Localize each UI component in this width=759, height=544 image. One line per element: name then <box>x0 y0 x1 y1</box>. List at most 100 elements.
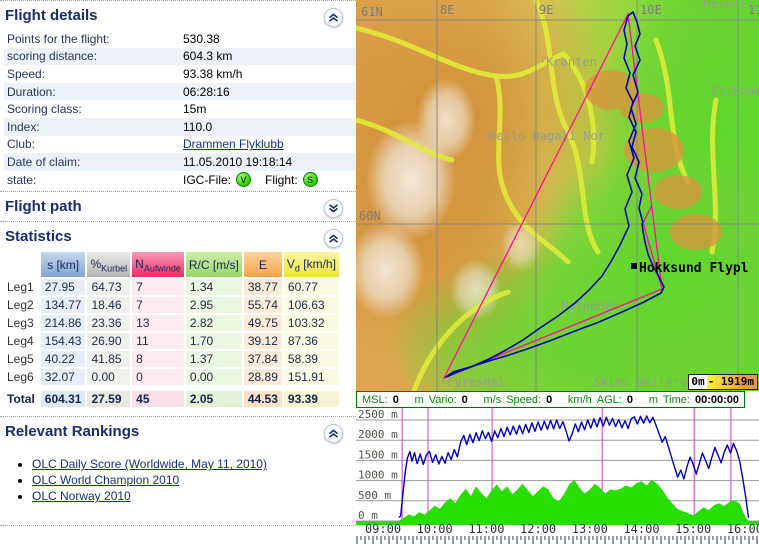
statusbar-field: mTime:00:00:00 <box>649 394 739 406</box>
stats-cell: 106.63 <box>284 297 339 313</box>
stats-cell: 1.37 <box>186 351 242 367</box>
flight-details-rows: Points for the flight:530.38scoring dist… <box>4 30 356 188</box>
detail-label: Scoring class: <box>7 102 183 116</box>
stats-row-label: Leg6 <box>5 369 39 385</box>
stats-cell: 2.82 <box>186 315 242 331</box>
detail-label: Speed: <box>7 67 183 81</box>
statusbar-field: mVario:0 <box>415 394 468 406</box>
stats-cell: 0.00 <box>87 369 130 385</box>
stats-corner-cell <box>5 252 39 277</box>
baro-x-tick-label: 14:00 <box>623 522 659 536</box>
statusbar-field: MSL:0 <box>362 394 399 406</box>
baro-x-tick-label: 15:00 <box>675 522 711 536</box>
stats-cell: 604.31 <box>41 391 86 407</box>
stats-cell: 7 <box>132 297 184 313</box>
statistics-section: Statistics s [km]%KurbelNAufwindeR/C [m/… <box>0 221 356 416</box>
detail-row: Speed:93.38 km/h <box>4 65 356 83</box>
detail-value: 110.0 <box>183 120 212 134</box>
stats-cell: 39.12 <box>244 333 282 349</box>
right-panel: 61N8E9E10E1160N·Mesnali·Kranten·Geilo Da… <box>356 0 759 544</box>
map-place-label: ·Mesnali <box>696 0 754 11</box>
detail-row: Duration:06:28:16 <box>4 83 356 101</box>
statusbar-label: Speed: <box>506 394 541 406</box>
baro-y-tick-label: 0 m <box>358 509 378 522</box>
flight-details-section: Flight details Points for the flight:530… <box>0 0 356 191</box>
detail-label: Duration: <box>7 85 183 99</box>
club-link[interactable]: Drammen Flyklubb <box>183 137 284 151</box>
detail-label: Club: <box>7 137 183 151</box>
baro-y-tick-label: 2000 m <box>358 428 398 441</box>
map-coordinate-label: 60N <box>359 209 381 223</box>
map-view[interactable]: 61N8E9E10E1160N·Mesnali·Kranten·Geilo Da… <box>356 0 759 391</box>
olc-flight-info-page: Flight details Points for the flight:530… <box>0 0 759 544</box>
detail-row: Date of claim:11.05.2010 19:18:14 <box>4 153 356 171</box>
stats-cell: 154.43 <box>41 333 86 349</box>
stats-cell: 18.46 <box>87 297 130 313</box>
statusbar-value: 0 <box>462 394 468 406</box>
stats-column-header: %Kurbel <box>87 252 130 277</box>
detail-label: state: <box>7 173 183 187</box>
statusbar-label: Vario: <box>429 394 457 406</box>
baro-x-tick-label: 11:00 <box>468 522 504 536</box>
stats-cell: 7 <box>132 279 184 295</box>
detail-label: scoring distance: <box>7 49 183 63</box>
statusbar-label: m/s <box>483 394 501 406</box>
ranking-link[interactable]: OLC Daily Score (Worldwide, May 11, 2010… <box>32 457 267 471</box>
baro-x-tick-label: 16:00 <box>727 522 759 536</box>
statusbar-label: MSL: <box>362 394 388 406</box>
flight-state-label: Flight: <box>265 173 298 187</box>
stats-column-header: R/C [m/s] <box>186 252 242 277</box>
statusbar-field: km/hAGL:0 <box>568 394 633 406</box>
scale-max-label: - 1919m <box>707 375 757 389</box>
detail-label: Points for the flight: <box>7 32 183 46</box>
barogram-chart[interactable]: 0 m500 m1000 m1500 m2000 m2500 m09:0010:… <box>356 408 759 544</box>
map-coordinate-label: 61N <box>361 5 383 19</box>
baro-x-tick-label: 12:00 <box>520 522 556 536</box>
stats-cell: 28.89 <box>244 369 282 385</box>
baro-y-tick-label: 2500 m <box>358 408 398 421</box>
ranking-list-item: OLC Daily Score (Worldwide, May 11, 2010… <box>32 457 356 471</box>
map-coordinate-label: 10E <box>640 3 662 17</box>
stats-cell: 0.00 <box>186 369 242 385</box>
stats-cell: 93.39 <box>284 391 339 407</box>
statusbar-field: m/sSpeed:0 <box>483 394 552 406</box>
map-place-label: ·Kranten <box>539 55 597 69</box>
stats-cell: 40.22 <box>41 351 86 367</box>
stats-spacer <box>5 387 339 389</box>
map-place-label: ·Geilo Dagali Nor <box>482 129 605 143</box>
stats-cell: 134.77 <box>41 297 86 313</box>
baro-y-tick-label: 500 m <box>358 489 391 502</box>
ranking-list-item: OLC Norway 2010 <box>32 489 356 503</box>
airfield-marker <box>631 263 637 269</box>
stats-cell: 45 <box>132 391 184 407</box>
stats-row-label: Leg3 <box>5 315 39 331</box>
statistics-title: Statistics <box>4 223 356 248</box>
map-place-label: ·Stikbakk <box>704 84 759 98</box>
stats-column-header: Vd [km/h] <box>284 252 339 277</box>
stats-cell: 27.59 <box>87 391 130 407</box>
detail-value: 06:28:16 <box>183 85 230 99</box>
ranking-list-item: OLC World Champion 2010 <box>32 473 356 487</box>
map-coordinate-label: 9E <box>539 3 553 17</box>
flight-details-collapse-button[interactable] <box>324 8 343 27</box>
detail-row-state: state:IGC-File:VFlight:S <box>4 171 356 189</box>
airfield-label: Hokksund Flypl <box>639 261 749 276</box>
stats-cell: 0 <box>132 369 184 385</box>
stats-column-header: s [km] <box>41 252 86 277</box>
flight-replay-statusbar: MSL:0mVario:0m/sSpeed:0km/hAGL:0mTime:00… <box>356 391 745 408</box>
ranking-link[interactable]: OLC Norway 2010 <box>32 489 131 503</box>
detail-value: 93.38 km/h <box>183 67 242 81</box>
detail-row: Club:Drammen Flyklubb <box>4 136 356 154</box>
flight-details-title: Flight details <box>4 2 356 27</box>
statistics-table: s [km]%KurbelNAufwindeR/C [m/s]EVd [km/h… <box>3 250 341 409</box>
statusbar-label: AGL: <box>597 394 622 406</box>
stats-cell: 37.84 <box>244 351 282 367</box>
ranking-link[interactable]: OLC World Champion 2010 <box>32 473 179 487</box>
flight-path-title: Flight path <box>4 193 356 218</box>
double-chevron-up-icon <box>328 12 339 23</box>
detail-value: 15m <box>183 102 206 116</box>
stats-cell: 11 <box>132 333 184 349</box>
detail-row: scoring distance:604.3 km <box>4 48 356 66</box>
statusbar-label: Time: <box>663 394 690 406</box>
elevation-scale-legend: 0m - 1919m <box>688 374 758 390</box>
